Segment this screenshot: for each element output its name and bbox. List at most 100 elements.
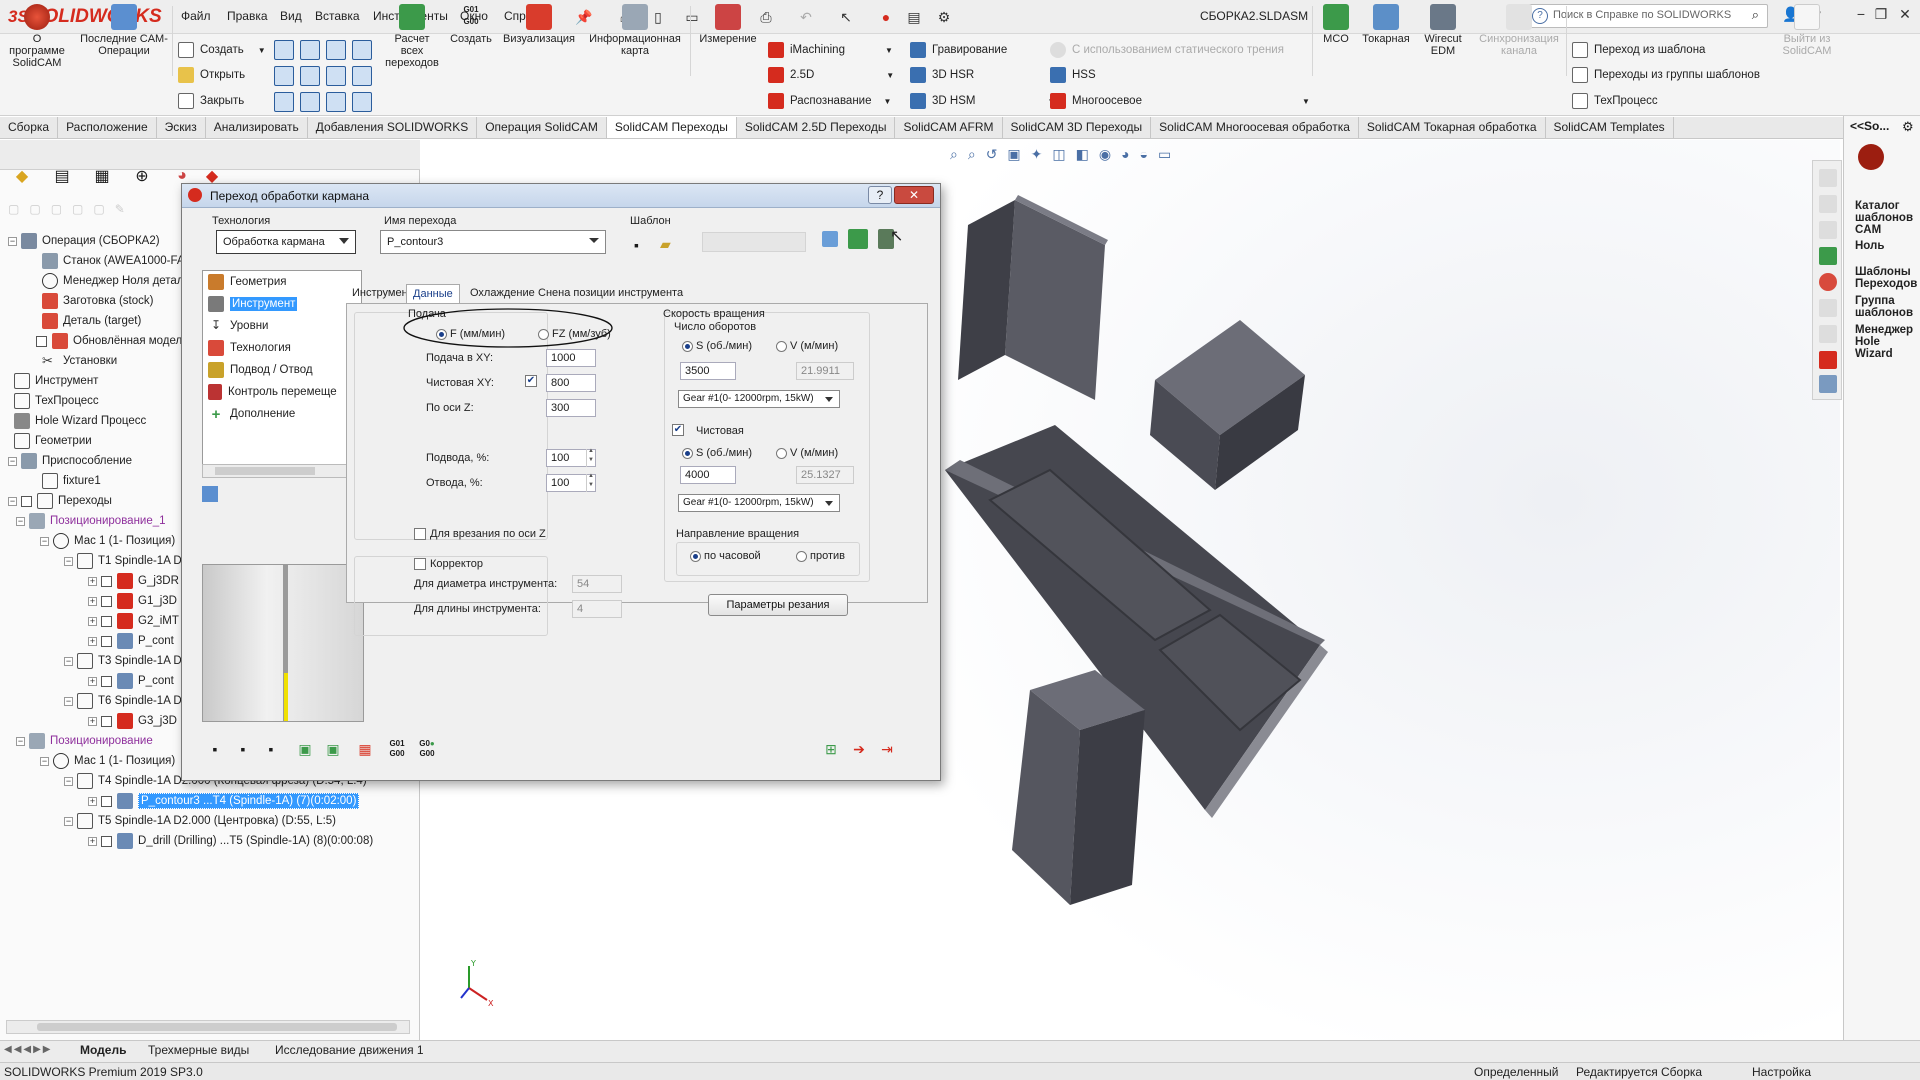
edit-appearance-icon[interactable]: ◕: [1121, 146, 1129, 164]
feed-xy-input[interactable]: 1000: [546, 349, 596, 367]
collapse-icon[interactable]: −: [8, 496, 17, 506]
tab-layout[interactable]: Расположение: [58, 117, 157, 138]
tab-solidcam-afrm[interactable]: SolidCAM AFRM: [895, 117, 1003, 138]
3d-model-part[interactable]: [900, 170, 1360, 930]
save-icon[interactable]: ▪: [204, 738, 226, 760]
tree-item-hole-wizard[interactable]: Hole Wizard Процесс: [14, 411, 146, 431]
tree-item-tool-t1[interactable]: − T1 Spindle-1A D: [64, 551, 182, 571]
tree-tool-icon[interactable]: ▢: [93, 202, 104, 218]
exit-forward-icon[interactable]: ➔: [848, 738, 870, 760]
custom-properties-tab-icon[interactable]: [1819, 299, 1837, 317]
appearances-tab-icon[interactable]: [1819, 273, 1837, 291]
exit-icon[interactable]: ⇥: [876, 738, 898, 760]
dialog-close-button[interactable]: ✕: [894, 186, 934, 204]
scene-icon[interactable]: ◒: [1140, 146, 1148, 164]
tree-item-geometries[interactable]: Геометрии: [14, 431, 92, 451]
recognition-button[interactable]: Распознавание ▼: [768, 91, 891, 111]
expand-icon[interactable]: +: [88, 636, 97, 646]
tree-item-op[interactable]: + P_cont: [88, 631, 174, 651]
close-window-button[interactable]: ✕: [1894, 6, 1916, 26]
cad-tool-icon[interactable]: [326, 66, 346, 86]
tree-item-op[interactable]: + G2_iMT: [88, 611, 179, 631]
solidcam-manager-icon[interactable]: ◆: [8, 163, 36, 189]
tree-item-updated-model[interactable]: Обновлённая модель: [36, 331, 188, 351]
cad-tool-icon[interactable]: [352, 92, 372, 112]
tree-item-tool-t6[interactable]: − T6 Spindle-1A D: [64, 691, 182, 711]
cad-tool-icon[interactable]: [326, 92, 346, 112]
collapse-icon[interactable]: −: [64, 816, 73, 826]
checkbox-icon[interactable]: [101, 575, 112, 587]
tree-item-stock[interactable]: Заготовка (stock): [42, 291, 153, 311]
cad-tool-icon[interactable]: [274, 92, 294, 112]
tab-coolant[interactable]: Охлаждение: [464, 284, 541, 304]
create-button[interactable]: Создать ▼: [178, 40, 266, 60]
resources-tab-icon[interactable]: [1819, 195, 1837, 213]
tree-item-op[interactable]: + P_cont: [88, 671, 174, 691]
expand-icon[interactable]: +: [88, 616, 97, 626]
tab-assembly[interactable]: Сборка: [0, 117, 59, 138]
tree-tool-icon[interactable]: ▢: [29, 202, 40, 218]
tree-item-op[interactable]: + G1_j3D: [88, 591, 177, 611]
nav-motion-control[interactable]: Контроль перемеще: [208, 382, 337, 402]
cad-tool-icon[interactable]: [300, 40, 320, 60]
solidcam-templates-tab-icon[interactable]: [1819, 375, 1837, 393]
compensation-checkbox[interactable]: [414, 558, 426, 570]
channel-sync-button[interactable]: Синхронизация канала: [1472, 4, 1566, 80]
technology-select[interactable]: Обработка кармана: [216, 230, 356, 254]
minimize-window-button[interactable]: −: [1850, 6, 1872, 26]
tree-item-settings[interactable]: ✂ Установки: [42, 351, 117, 371]
measure-button[interactable]: Измерение: [694, 4, 762, 80]
status-settings[interactable]: Настройка: [1752, 1065, 1811, 1079]
tree-item-positioning-1[interactable]: − Позиционирование_1: [16, 511, 166, 531]
tab-solidcam-turning[interactable]: SolidCAM Токарная обработка: [1359, 117, 1546, 138]
about-solidcam-button[interactable]: О программе SolidCAM: [6, 4, 68, 80]
tree-item-operation[interactable]: − Операция (СБОРКА2): [8, 231, 160, 251]
undo-icon[interactable]: ↶: [796, 7, 816, 27]
checkbox-icon[interactable]: [36, 335, 47, 347]
hss-button[interactable]: HSS: [1050, 65, 1096, 85]
file-properties-icon[interactable]: ▤: [904, 7, 924, 27]
gcode-generate-icon[interactable]: G01 G00: [386, 738, 408, 760]
tab-solidcam-templates[interactable]: SolidCAM Templates: [1546, 117, 1674, 138]
info-card-button[interactable]: Информационная карта: [584, 4, 686, 80]
collapse-icon[interactable]: −: [64, 776, 73, 786]
tree-item-operations[interactable]: − Переходы: [8, 491, 112, 511]
scrollbar-thumb[interactable]: [215, 467, 315, 475]
new-operation-icon[interactable]: ⊞: [820, 738, 842, 760]
exit-solidcam-button[interactable]: Выйти из SolidCAM: [1776, 4, 1838, 80]
configuration-manager-icon[interactable]: ⊕: [128, 163, 156, 189]
zero-item[interactable]: Ноль: [1855, 240, 1917, 252]
collapse-icon[interactable]: −: [40, 536, 49, 546]
tree-item-techprocess[interactable]: ТехПроцесс: [14, 391, 99, 411]
nav-scrollbar[interactable]: [202, 464, 362, 478]
2-5d-button[interactable]: 2.5D ▼: [768, 65, 894, 85]
wirecut-edm-button[interactable]: Wirecut EDM: [1418, 4, 1468, 80]
view-orientation-icon[interactable]: ◫: [1052, 146, 1065, 164]
finish-v-input[interactable]: 25.1327: [796, 466, 854, 484]
tree-item-tool-t3[interactable]: − T3 Spindle-1A D: [64, 651, 182, 671]
tree-tool-icon[interactable]: ▢: [72, 202, 83, 218]
collapse-icon[interactable]: −: [16, 736, 25, 746]
solidcam-tab-icon[interactable]: [1819, 351, 1837, 369]
expand-icon[interactable]: +: [88, 796, 97, 806]
layout-icon[interactable]: [202, 486, 218, 502]
calculate-icon[interactable]: ▣: [294, 738, 316, 760]
tree-item-op[interactable]: + G3_j3D: [88, 711, 177, 731]
hole-wizard-manager-item[interactable]: Менеджер Hole Wizard: [1855, 324, 1917, 360]
collapse-icon[interactable]: −: [40, 756, 49, 766]
visualization-button[interactable]: Визуализация: [502, 4, 576, 80]
tab-sketch[interactable]: Эскиз: [157, 117, 206, 138]
tree-item-op[interactable]: + G_j3DR: [88, 571, 179, 591]
techprocess-button[interactable]: ТехПроцесс: [1572, 91, 1658, 111]
cad-tool-icon[interactable]: [300, 92, 320, 112]
checkbox-icon[interactable]: [101, 595, 112, 607]
collapse-icon[interactable]: −: [8, 456, 17, 466]
tree-item-machine[interactable]: Станок (AWEA1000-FAN: [42, 251, 193, 271]
collapse-icon[interactable]: −: [16, 516, 25, 526]
forum-tab-icon[interactable]: [1819, 325, 1837, 343]
finish-spin-checkbox[interactable]: ✔: [672, 424, 684, 436]
comp-length-input[interactable]: 4: [572, 600, 622, 618]
feature-manager-icon[interactable]: ▤: [48, 163, 76, 189]
feed-finish-input[interactable]: 800: [546, 374, 596, 392]
tree-tool-icon[interactable]: ▢: [8, 202, 19, 218]
